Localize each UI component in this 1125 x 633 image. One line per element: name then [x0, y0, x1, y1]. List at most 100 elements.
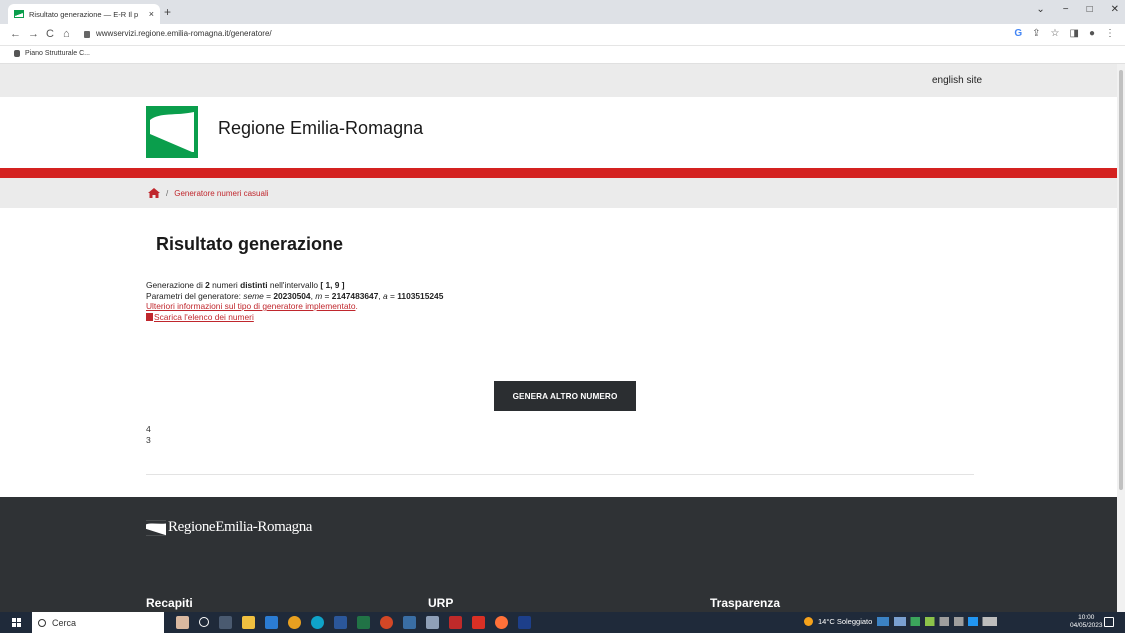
weather-text[interactable]: 14°C Soleggiato: [818, 617, 872, 626]
tab-close-icon[interactable]: ×: [149, 9, 154, 19]
file-explorer-icon[interactable]: [242, 616, 255, 629]
widget-icon[interactable]: [176, 616, 189, 629]
system-tray: 14°C Soleggiato: [804, 617, 998, 626]
taskbar-apps: [176, 616, 531, 629]
breadcrumb: / Generatore numeri casuali: [0, 178, 1117, 208]
summary-text: Generazione di: [146, 280, 206, 290]
close-window-icon[interactable]: ✕: [1111, 4, 1119, 15]
task-view-icon[interactable]: [219, 616, 232, 629]
toolbar-icons: G ⇪ ☆ ◨ ● ⋮: [1014, 28, 1115, 39]
footer-logo[interactable]: RegioneEmilia-Romagna: [146, 519, 312, 536]
acrobat-icon[interactable]: [472, 616, 485, 629]
top-utility-bar: english site: [0, 64, 1117, 97]
english-site-link[interactable]: english site: [932, 75, 982, 86]
tray-icons[interactable]: [877, 617, 998, 626]
a-value: 1103515245: [397, 290, 444, 301]
generated-number: 3: [146, 435, 151, 445]
equals: =: [263, 290, 274, 301]
os-taskbar: Cerca 14°C Soleggiato 10:00 04/05/2023: [0, 612, 1125, 633]
equals: =: [322, 290, 332, 301]
footer-logo-icon: [146, 520, 166, 535]
scrollbar-thumb[interactable]: [1119, 70, 1123, 490]
footer-heading-recapiti: Recapiti: [146, 596, 193, 610]
edge-icon[interactable]: [311, 616, 324, 629]
generated-numbers-list: 4 3: [146, 424, 151, 446]
paint-icon[interactable]: [426, 616, 439, 629]
page-scrollbar[interactable]: [1117, 64, 1125, 612]
word-icon[interactable]: [334, 616, 347, 629]
cortana-icon[interactable]: [199, 617, 209, 627]
app-icon[interactable]: [518, 616, 531, 629]
page-title: Risultato generazione: [156, 234, 344, 254]
excel-icon[interactable]: [357, 616, 370, 629]
bookmark-item[interactable]: Piano Strutturale C...: [14, 50, 90, 57]
seme-label: seme: [243, 290, 264, 301]
minimize-icon[interactable]: −: [1063, 4, 1069, 15]
edge-legacy-icon[interactable]: [265, 616, 278, 629]
browser-tabstrip: Risultato generazione — E-R Il p × + ⌄ −…: [0, 0, 1125, 24]
browser-tab[interactable]: Risultato generazione — E-R Il p ×: [8, 4, 160, 24]
range-value: [ 1, 9 ]: [320, 280, 345, 290]
taskbar-search[interactable]: Cerca: [32, 612, 164, 633]
footer-heading-trasparenza: Trasparenza: [710, 596, 781, 610]
powerpoint-icon[interactable]: [380, 616, 393, 629]
tab-search-icon[interactable]: ⌄: [1036, 4, 1044, 15]
notification-icon[interactable]: [1104, 617, 1114, 627]
lock-icon[interactable]: [84, 31, 90, 38]
m-value: 2147483647: [331, 290, 379, 301]
generate-another-button[interactable]: GENERA ALTRO NUMERO: [494, 381, 636, 411]
taskbar-clock[interactable]: 10:00 04/05/2023: [1070, 614, 1103, 630]
clock-time: 10:00: [1078, 614, 1095, 621]
windows-start-icon[interactable]: [12, 618, 21, 627]
generation-summary: Generazione di 2 numeri distinti nell'in…: [146, 280, 443, 291]
back-icon[interactable]: ←: [10, 28, 21, 40]
breadcrumb-current[interactable]: Generatore numeri casuali: [174, 189, 268, 198]
params-label: Parametri del generatore:: [146, 290, 244, 301]
reload-icon[interactable]: C: [46, 28, 54, 40]
web-page: english site Regione Emilia-Romagna / Ge…: [0, 64, 1125, 612]
bookmarks-bar: Piano Strutturale C...: [0, 46, 1125, 64]
google-translate-icon[interactable]: G: [1014, 28, 1022, 39]
site-favicon-icon: [14, 10, 24, 18]
forward-icon[interactable]: →: [28, 28, 39, 40]
home-icon[interactable]: ⌂: [63, 28, 70, 40]
site-header: Regione Emilia-Romagna: [0, 97, 1117, 168]
footer-logo-text: RegioneEmilia-Romagna: [168, 519, 313, 535]
pdf-icon[interactable]: [146, 312, 153, 321]
side-panel-icon[interactable]: ◨: [1070, 28, 1079, 39]
download-row: Scarica l'elenco dei numeri: [146, 312, 443, 323]
share-icon[interactable]: ⇪: [1032, 28, 1040, 39]
seme-value: 20230504: [273, 290, 311, 301]
new-tab-button[interactable]: +: [164, 5, 171, 19]
chrome-icon[interactable]: [288, 616, 301, 629]
maximize-icon[interactable]: □: [1087, 4, 1093, 15]
download-numbers-link[interactable]: Scarica l'elenco dei numeri: [154, 312, 254, 322]
site-name[interactable]: Regione Emilia-Romagna: [218, 118, 423, 139]
header-accent-bar: [0, 168, 1117, 178]
window-controls: ⌄ − □ ✕: [1036, 4, 1119, 15]
firefox-icon[interactable]: [495, 616, 508, 629]
info-link-end: .: [355, 301, 358, 311]
info-link-row: Ulteriori informazioni sul tipo di gener…: [146, 301, 443, 312]
weather-icon[interactable]: [804, 617, 813, 626]
browser-toolbar: ← → C ⌂ wwwservizi.regione.emilia-romagn…: [0, 24, 1125, 46]
profile-icon[interactable]: ●: [1089, 28, 1095, 39]
bookmark-label: Piano Strutturale C...: [25, 50, 90, 57]
address-bar[interactable]: wwwservizi.regione.emilia-romagna.it/gen…: [96, 29, 272, 38]
breadcrumb-separator: /: [166, 188, 169, 198]
bookmark-star-icon[interactable]: ☆: [1051, 28, 1060, 39]
menu-icon[interactable]: ⋮: [1105, 28, 1115, 39]
generator-info-link[interactable]: Ulteriori informazioni sul tipo di gener…: [146, 301, 355, 311]
filezilla-icon[interactable]: [449, 616, 462, 629]
generated-number: 4: [146, 424, 151, 434]
bookmark-favicon-icon: [14, 50, 20, 57]
region-logo-icon[interactable]: [146, 106, 198, 158]
site-footer: RegioneEmilia-Romagna Recapiti URP Trasp…: [0, 497, 1117, 612]
calculator-icon[interactable]: [403, 616, 416, 629]
home-icon[interactable]: [148, 188, 160, 198]
summary-text: nell'intervallo: [267, 280, 321, 290]
generator-parameters: Parametri del generatore: seme = 2023050…: [146, 291, 443, 302]
taskbar-search-placeholder: Cerca: [52, 617, 77, 628]
clock-date: 04/05/2023: [1070, 622, 1103, 629]
tab-title: Risultato generazione — E-R Il p: [29, 9, 139, 19]
